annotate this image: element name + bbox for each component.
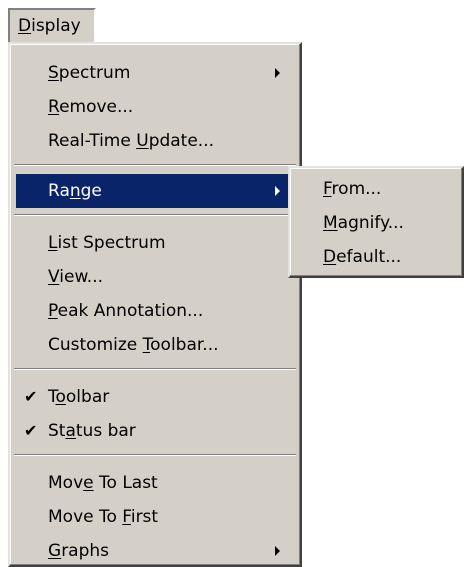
- menu-item-label-post: emove...: [59, 97, 134, 117]
- menu-item-label-mnemonic: e: [83, 473, 94, 493]
- menu-item-view[interactable]: View...: [16, 260, 294, 294]
- menu-item-label-mnemonic: R: [48, 97, 60, 117]
- submenu-item-label-mnemonic: M: [323, 213, 338, 233]
- menu-item-label-pre: Customize: [48, 335, 143, 355]
- menu-separator: [14, 214, 296, 216]
- menu-item-label-mnemonic: G: [48, 541, 62, 561]
- menu-item-graphs[interactable]: Graphs: [16, 534, 294, 567]
- checkmark-icon: ✔: [24, 421, 38, 440]
- range-submenu: From... Magnify... Default...: [288, 166, 464, 278]
- menu-item-move-to-first[interactable]: Move To First: [16, 500, 294, 534]
- menu-separator: [14, 368, 296, 370]
- menu-item-label-post: tus bar: [75, 421, 136, 441]
- menu-item-label-mnemonic: F: [122, 507, 131, 527]
- menu-item-label-pre: Move To: [48, 507, 123, 527]
- menu-item-label-pre: Real-Time: [48, 131, 137, 151]
- menu-item-label-mnemonic: o: [55, 387, 66, 407]
- menu-separator: [14, 164, 296, 166]
- submenu-item-default[interactable]: Default...: [295, 240, 457, 274]
- menu-item-label-mnemonic: U: [136, 131, 149, 151]
- menu-item-label-post: pectrum: [58, 63, 131, 83]
- submenu-arrow-icon: [275, 546, 280, 556]
- menu-item-toolbar[interactable]: ✔ Toolbar: [16, 380, 294, 414]
- menu-item-move-to-last[interactable]: Move To Last: [16, 466, 294, 500]
- menu-item-label-pre: St: [48, 421, 66, 441]
- menu-item-status-bar[interactable]: ✔ Status bar: [16, 414, 294, 448]
- menu-item-label-post: oolbar...: [150, 335, 219, 355]
- menu-item-label-mnemonic: V: [48, 267, 60, 287]
- menu-item-label-mnemonic: S: [48, 63, 59, 83]
- menubar-display-label-mnemonic: D: [18, 16, 32, 36]
- menu-item-real-time-update[interactable]: Real-Time Update...: [16, 124, 294, 158]
- submenu-item-label-mnemonic: D: [323, 247, 337, 267]
- menu-item-label-mnemonic: a: [65, 421, 76, 441]
- submenu-item-label-post: agnify...: [337, 213, 404, 233]
- menu-item-label-pre: Mov: [48, 473, 84, 493]
- menu-item-remove[interactable]: Remove...: [16, 90, 294, 124]
- menu-item-label-post: iew...: [59, 267, 104, 287]
- menu-item-label-pre: Ra: [48, 181, 70, 201]
- menu-item-label-post: eak Annotation...: [57, 301, 204, 321]
- menubar-display-label-post: isplay: [31, 16, 81, 36]
- submenu-item-label-post: efault...: [336, 247, 402, 267]
- menu-item-spectrum[interactable]: Spectrum: [16, 56, 294, 90]
- menu-item-label-mnemonic: P: [48, 301, 58, 321]
- menu-item-label-pre: T: [48, 387, 56, 407]
- menu-item-customize-toolbar[interactable]: Customize Toolbar...: [16, 328, 294, 362]
- menu-item-range[interactable]: Range: [16, 174, 294, 208]
- menu-item-label-post: raphs: [61, 541, 110, 561]
- checkmark-icon: ✔: [24, 387, 38, 406]
- menu-item-label-post: irst: [130, 507, 159, 527]
- menu-item-label-post: pdate...: [148, 131, 215, 151]
- menu-item-label-post: ge: [80, 181, 102, 201]
- submenu-item-from[interactable]: From...: [295, 172, 457, 206]
- menu-item-label-post: ist Spectrum: [57, 233, 166, 253]
- menu-separator: [14, 454, 296, 456]
- menu-item-peak-annotation[interactable]: Peak Annotation...: [16, 294, 294, 328]
- display-menu: Spectrum Remove... Real-Time Update... R…: [8, 42, 302, 567]
- menu-item-list-spectrum[interactable]: List Spectrum: [16, 226, 294, 260]
- submenu-arrow-icon: [275, 186, 280, 196]
- menubar-display[interactable]: Display: [8, 8, 96, 44]
- submenu-arrow-icon: [275, 68, 280, 78]
- screen: Display Spectrum Remove... Real-Time Upd…: [0, 0, 464, 567]
- menu-item-label-post: To Last: [93, 473, 158, 493]
- menu-item-label-post: olbar: [65, 387, 110, 407]
- submenu-item-label-mnemonic: F: [323, 179, 332, 199]
- submenu-item-magnify[interactable]: Magnify...: [295, 206, 457, 240]
- submenu-item-label-post: rom...: [331, 179, 382, 199]
- menu-item-label-mnemonic: n: [69, 181, 81, 201]
